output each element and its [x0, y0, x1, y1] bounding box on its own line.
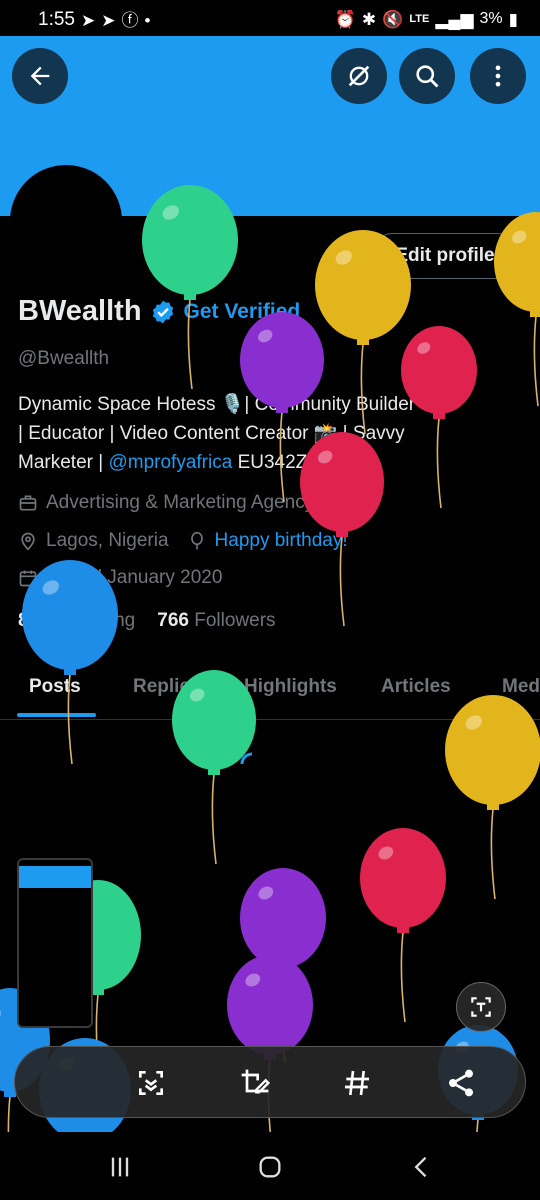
- display-name: BWeallth: [18, 295, 142, 327]
- profile-joined: Joined January 2020: [46, 567, 223, 588]
- more-button[interactable]: [470, 48, 526, 104]
- profile-handle: @Bweallth: [18, 348, 110, 369]
- hashtag-icon: [345, 1070, 369, 1096]
- status-bar-left: 1:55 ➤ ➤ ⓕ •: [38, 9, 150, 31]
- battery-percent: 3%: [479, 10, 503, 27]
- tab-articles[interactable]: Articles: [381, 676, 451, 698]
- scan-button[interactable]: [133, 1065, 169, 1101]
- home-icon: [259, 1156, 281, 1178]
- search-icon: [416, 65, 439, 88]
- joined-row: Joined January 2020: [18, 567, 222, 589]
- follow-stats: 806 Following 766 Followers: [18, 610, 276, 632]
- dot-icon: •: [144, 10, 151, 30]
- grok-button[interactable]: [331, 48, 387, 104]
- text-extract-icon: [471, 997, 491, 1017]
- active-tab-indicator: [17, 713, 96, 717]
- bio-line: | Educator | Video Content Creator 📸 | S…: [18, 423, 405, 444]
- more-vertical-icon: [495, 65, 501, 87]
- profile-bio: Dynamic Space Hotess 🎙️| Community Build…: [18, 390, 488, 477]
- balloon-icon: [240, 868, 326, 1063]
- status-bar-right: ⏰ ✱ 🔇 LTE ▂▄▆ 3% ▮: [335, 10, 518, 28]
- hashtag-button[interactable]: [339, 1065, 375, 1101]
- telegram-icon: ➤: [80, 10, 96, 30]
- get-verified-link[interactable]: Get Verified: [184, 300, 301, 324]
- screenshot-thumbnail[interactable]: [17, 858, 93, 1028]
- screenshot-toolbar: [14, 1046, 526, 1118]
- text-extract-button[interactable]: [456, 982, 506, 1032]
- bio-line: Marketer | @mprofyafrica EU342ZB9: [18, 448, 488, 477]
- followers-link[interactable]: 766 Followers: [157, 610, 275, 632]
- facebook-icon: ⓕ: [121, 10, 139, 30]
- grok-icon: [348, 65, 370, 87]
- bio-mention-link[interactable]: @mprofyafrica: [108, 452, 232, 473]
- location-row: Lagos, Nigeria Happy birthday!: [18, 530, 348, 552]
- status-bar: 1:55 ➤ ➤ ⓕ • ⏰ ✱ 🔇 LTE ▂▄▆ 3% ▮: [0, 0, 540, 36]
- thumbnail-banner: [19, 866, 91, 888]
- following-label: Following: [54, 610, 136, 631]
- home-button[interactable]: [250, 1152, 290, 1182]
- status-time: 1:55: [38, 9, 75, 30]
- balloon-icon: [445, 695, 540, 900]
- balloon-icon: [360, 828, 446, 1023]
- avatar[interactable]: [10, 165, 122, 277]
- mute-icon: 🔇: [382, 9, 404, 29]
- tab-replies[interactable]: Replies: [133, 676, 201, 698]
- share-button[interactable]: [443, 1065, 479, 1101]
- bio-text: Marketer |: [18, 452, 109, 473]
- name-row: BWeallth Get Verified: [18, 295, 300, 328]
- edit-profile-button[interactable]: Edit profile: [370, 233, 520, 279]
- balloon-icon: [22, 560, 118, 765]
- tab-posts[interactable]: Posts: [29, 676, 81, 698]
- tab-media[interactable]: Media: [502, 676, 540, 698]
- arrow-left-icon: [30, 66, 50, 86]
- recents-icon: [111, 1157, 129, 1177]
- back-icon: [414, 1156, 427, 1178]
- calendar-icon: [19, 570, 37, 587]
- alarm-icon: ⏰: [334, 9, 356, 29]
- loading-spinner-icon: [240, 752, 253, 765]
- bio-line: Dynamic Space Hotess 🎙️| Community Build…: [18, 394, 416, 415]
- nav-back-button[interactable]: [402, 1152, 442, 1182]
- followers-count: 766: [157, 610, 189, 631]
- verified-badge-icon: [152, 300, 173, 323]
- signal-icon: ▂▄▆: [435, 9, 474, 29]
- following-count: 806: [18, 610, 50, 631]
- network-label: LTE: [409, 13, 430, 25]
- profile-category: Advertising & Marketing Agency: [46, 492, 315, 513]
- crop-edit-icon: [241, 1069, 271, 1094]
- category-row: Advertising & Marketing Agency: [18, 492, 314, 514]
- briefcase-icon: [19, 495, 37, 511]
- bluetooth-icon: ✱: [361, 9, 377, 29]
- following-link[interactable]: 806 Following: [18, 610, 135, 632]
- telegram-icon: ➤: [101, 10, 116, 30]
- tab-highlights[interactable]: Highlights: [244, 676, 337, 698]
- share-icon: [449, 1069, 473, 1097]
- balloon-icon: [190, 531, 203, 550]
- system-nav-bar: [0, 1132, 540, 1200]
- scan-icon: [139, 1071, 163, 1095]
- back-button[interactable]: [12, 48, 68, 104]
- battery-icon: ▮: [508, 9, 518, 29]
- recents-button[interactable]: [100, 1152, 140, 1182]
- birthday-link[interactable]: Happy birthday!: [215, 530, 348, 552]
- location-pin-icon: [21, 532, 35, 551]
- profile-location: Lagos, Nigeria: [46, 530, 169, 551]
- bio-text: EU342ZB9: [232, 452, 331, 473]
- crop-edit-button[interactable]: [237, 1065, 273, 1101]
- search-button[interactable]: [399, 48, 455, 104]
- followers-label: Followers: [194, 610, 276, 631]
